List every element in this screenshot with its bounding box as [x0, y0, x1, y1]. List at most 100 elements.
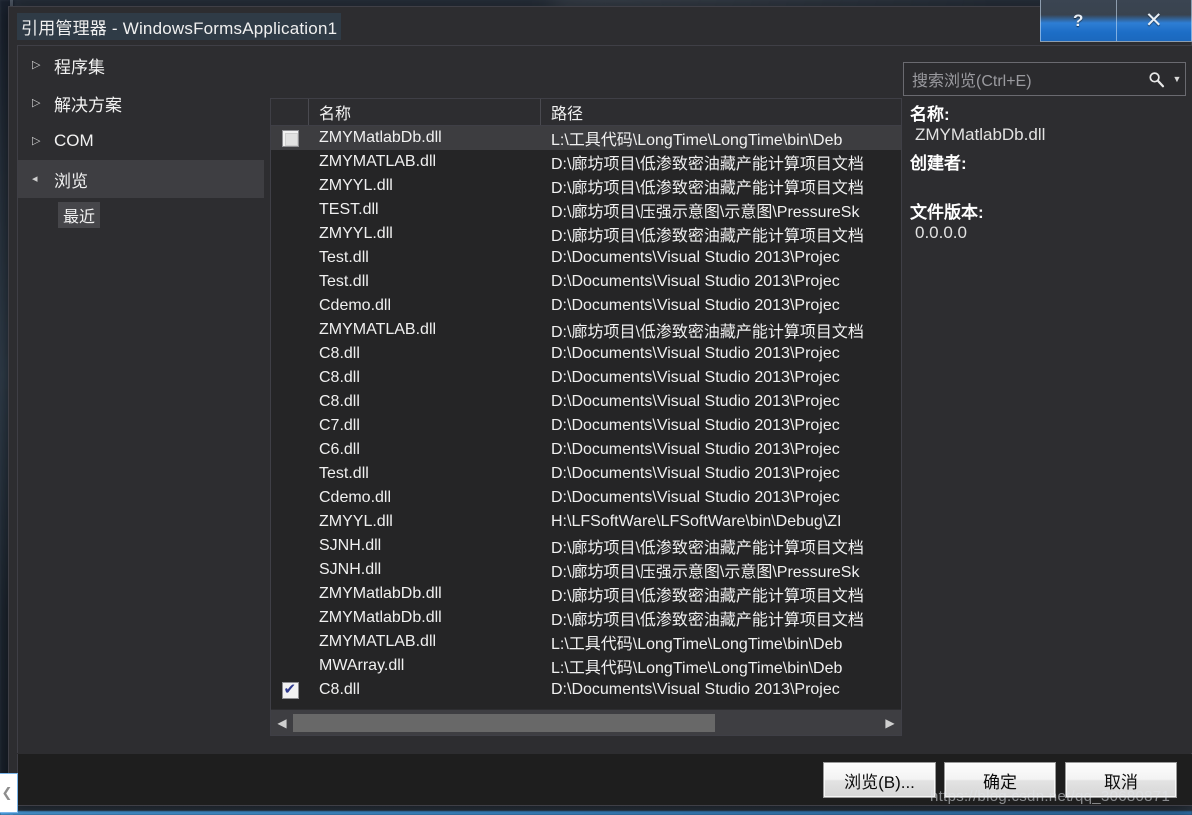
table-row[interactable]: C8.dll D:\Documents\Visual Studio 2013\Pr… [271, 390, 901, 414]
row-path: D:\Documents\Visual Studio 2013\Projec [551, 465, 840, 482]
row-path: D:\廊坊项目\低渗致密油藏产能计算项目文档 [551, 588, 864, 605]
detail-version-label: 文件版本: [910, 203, 984, 222]
table-row[interactable]: ZMYMatlabDb.dll D:\廊坊项目\低渗致密油藏产能计算项目文档 [271, 582, 901, 606]
detail-version-value: 0.0.0.0 [915, 223, 967, 242]
table-row[interactable]: C8.dll D:\Documents\Visual Studio 2013\Pr… [271, 342, 901, 366]
table-row[interactable]: ZMYMatlabDb.dll L:\工具代码\LongTime\LongTime… [271, 126, 901, 150]
table-row[interactable]: ZMYYL.dll D:\廊坊项目\低渗致密油藏产能计算项目文档 [271, 222, 901, 246]
ok-button[interactable]: 确定 [944, 762, 1056, 798]
checkbox-indeterminate-icon[interactable] [281, 129, 299, 147]
table-row[interactable]: C8.dll D:\Documents\Visual Studio 2013\Pr… [271, 678, 901, 702]
table-row[interactable]: Test.dll D:\Documents\Visual Studio 2013\… [271, 270, 901, 294]
row-path: D:\Documents\Visual Studio 2013\Projec [551, 441, 840, 458]
expand-triangle-icon[interactable]: ▷ [32, 135, 54, 147]
chevron-down-icon[interactable]: ▼ [1169, 74, 1185, 84]
row-path: L:\工具代码\LongTime\LongTime\bin\Deb [551, 660, 843, 677]
table-row[interactable]: C8.dll D:\Documents\Visual Studio 2013\Pr… [271, 366, 901, 390]
search-box[interactable]: 搜索浏览(Ctrl+E) ▼ [903, 62, 1186, 96]
tree-item-recent[interactable]: 最近 [18, 198, 264, 232]
row-path: D:\Documents\Visual Studio 2013\Projec [551, 369, 840, 386]
table-row[interactable]: ZMYMATLAB.dll D:\廊坊项目\低渗致密油藏产能计算项目文档 [271, 150, 901, 174]
row-path: D:\Documents\Visual Studio 2013\Projec [551, 681, 840, 698]
close-button[interactable]: ✕ [1115, 0, 1192, 42]
dialog-body: ▷ 程序集 ▷ 解决方案 ▷ COM ◂ 浏览 最近 搜索浏览(Ctrl+E) [17, 45, 1192, 754]
row-path: D:\廊坊项目\低渗致密油藏产能计算项目文档 [551, 180, 864, 197]
row-name: Cdemo.dll [319, 297, 392, 314]
scroll-left-arrow-icon[interactable]: ◀ [271, 710, 293, 736]
search-input[interactable]: 搜索浏览(Ctrl+E) [904, 67, 1143, 91]
help-button[interactable]: ? [1040, 0, 1116, 42]
row-name: C8.dll [319, 345, 360, 362]
table-row[interactable]: MWArray.dll L:\工具代码\LongTime\LongTime\bin… [271, 654, 901, 678]
row-path: D:\廊坊项目\低渗致密油藏产能计算项目文档 [551, 612, 864, 629]
table-row[interactable]: Cdemo.dll D:\Documents\Visual Studio 2013… [271, 294, 901, 318]
table-row[interactable]: SJNH.dll D:\廊坊项目\压强示意图\示意图\PressureSk [271, 558, 901, 582]
table-row[interactable]: C6.dll D:\Documents\Visual Studio 2013\Pr… [271, 438, 901, 462]
category-tree: ▷ 程序集 ▷ 解决方案 ▷ COM ◂ 浏览 最近 [18, 46, 264, 754]
scroll-right-arrow-icon[interactable]: ▶ [879, 710, 901, 736]
list-rows: ZMYMatlabDb.dll L:\工具代码\LongTime\LongTime… [271, 126, 901, 709]
table-row[interactable]: C7.dll D:\Documents\Visual Studio 2013\Pr… [271, 414, 901, 438]
row-name: Test.dll [319, 273, 369, 290]
table-row[interactable]: Test.dll D:\Documents\Visual Studio 2013\… [271, 246, 901, 270]
row-name: ZMYYL.dll [319, 177, 393, 194]
table-row[interactable]: ZMYMATLAB.dll D:\廊坊项目\低渗致密油藏产能计算项目文档 [271, 318, 901, 342]
row-name: SJNH.dll [319, 537, 382, 554]
header-path[interactable]: 路径 [541, 99, 901, 125]
row-name: C8.dll [319, 681, 360, 698]
table-row[interactable]: ZMYMatlabDb.dll D:\廊坊项目\低渗致密油藏产能计算项目文档 [271, 606, 901, 630]
row-path: D:\Documents\Visual Studio 2013\Projec [551, 273, 840, 290]
table-row[interactable]: TEST.dll D:\廊坊项目\压强示意图\示意图\PressureSk [271, 198, 901, 222]
scrollbar-thumb[interactable] [293, 713, 715, 732]
header-name[interactable]: 名称 [309, 99, 541, 125]
table-row[interactable]: Cdemo.dll D:\Documents\Visual Studio 2013… [271, 486, 901, 510]
row-name: ZMYYL.dll [319, 513, 393, 530]
row-path: D:\Documents\Visual Studio 2013\Projec [551, 249, 840, 266]
tree-item-assemblies[interactable]: ▷ 程序集 [18, 46, 264, 84]
row-path: D:\廊坊项目\低渗致密油藏产能计算项目文档 [551, 156, 864, 173]
row-name: C8.dll [319, 369, 360, 386]
tree-item-solution[interactable]: ▷ 解决方案 [18, 84, 264, 122]
vs-bottom-accent [0, 811, 1192, 815]
tree-item-browse[interactable]: ◂ 浏览 [18, 160, 264, 198]
row-name: C8.dll [319, 393, 360, 410]
expand-triangle-icon[interactable]: ▷ [32, 59, 54, 71]
tree-item-label: 解决方案 [54, 95, 122, 115]
reference-manager-dialog: 引用管理器 - WindowsFormsApplication1 ▷ 程序集 ▷… [8, 6, 1192, 806]
row-name: MWArray.dll [319, 657, 405, 674]
chevron-left-icon[interactable]: ❮ [0, 773, 18, 813]
collapse-triangle-icon[interactable]: ◂ [32, 173, 54, 185]
detail-creator-label: 创建者: [910, 154, 967, 173]
window-caption-buttons: ? ✕ [1040, 0, 1192, 42]
table-row[interactable]: Test.dll D:\Documents\Visual Studio 2013\… [271, 462, 901, 486]
dialog-titlebar: 引用管理器 - WindowsFormsApplication1 [9, 7, 1192, 43]
search-icon[interactable] [1143, 71, 1169, 88]
tree-item-label: 程序集 [54, 57, 105, 77]
table-row[interactable]: SJNH.dll D:\廊坊项目\低渗致密油藏产能计算项目文档 [271, 534, 901, 558]
row-path: D:\Documents\Visual Studio 2013\Projec [551, 417, 840, 434]
horizontal-scrollbar[interactable]: ◀ ▶ [271, 709, 901, 735]
expand-triangle-icon[interactable]: ▷ [32, 97, 54, 109]
detail-pane: 名称: ZMYMatlabDb.dll 创建者: 文件版本: 0.0.0.0 [910, 98, 1188, 736]
row-path: D:\Documents\Visual Studio 2013\Projec [551, 489, 840, 506]
checkbox-checked-icon[interactable] [281, 680, 299, 699]
row-name: ZMYYL.dll [319, 225, 393, 242]
row-name: ZMYMATLAB.dll [319, 633, 437, 650]
row-name: ZMYMatlabDb.dll [319, 609, 442, 626]
detail-name-value: ZMYMatlabDb.dll [915, 125, 1046, 144]
cancel-button[interactable]: 取消 [1065, 762, 1177, 798]
header-checkbox-cell [271, 99, 309, 125]
table-row[interactable]: ZMYMATLAB.dll L:\工具代码\LongTime\LongTime\b… [271, 630, 901, 654]
row-checkbox-cell[interactable] [271, 680, 309, 699]
table-row[interactable]: ZMYYL.dll H:\LFSoftWare\LFSoftWare\bin\De… [271, 510, 901, 534]
browse-button[interactable]: 浏览(B)... [823, 762, 936, 798]
table-row[interactable]: ZMYYL.dll D:\廊坊项目\低渗致密油藏产能计算项目文档 [271, 174, 901, 198]
row-path: H:\LFSoftWare\LFSoftWare\bin\Debug\ZI [551, 513, 842, 530]
scrollbar-track[interactable] [293, 713, 879, 732]
row-name: C6.dll [319, 441, 360, 458]
row-checkbox-cell[interactable] [271, 129, 309, 147]
tree-item-label: 浏览 [54, 171, 88, 191]
row-path: D:\Documents\Visual Studio 2013\Projec [551, 345, 840, 362]
tree-item-com[interactable]: ▷ COM [18, 122, 264, 160]
tree-item-label: COM [54, 131, 94, 150]
